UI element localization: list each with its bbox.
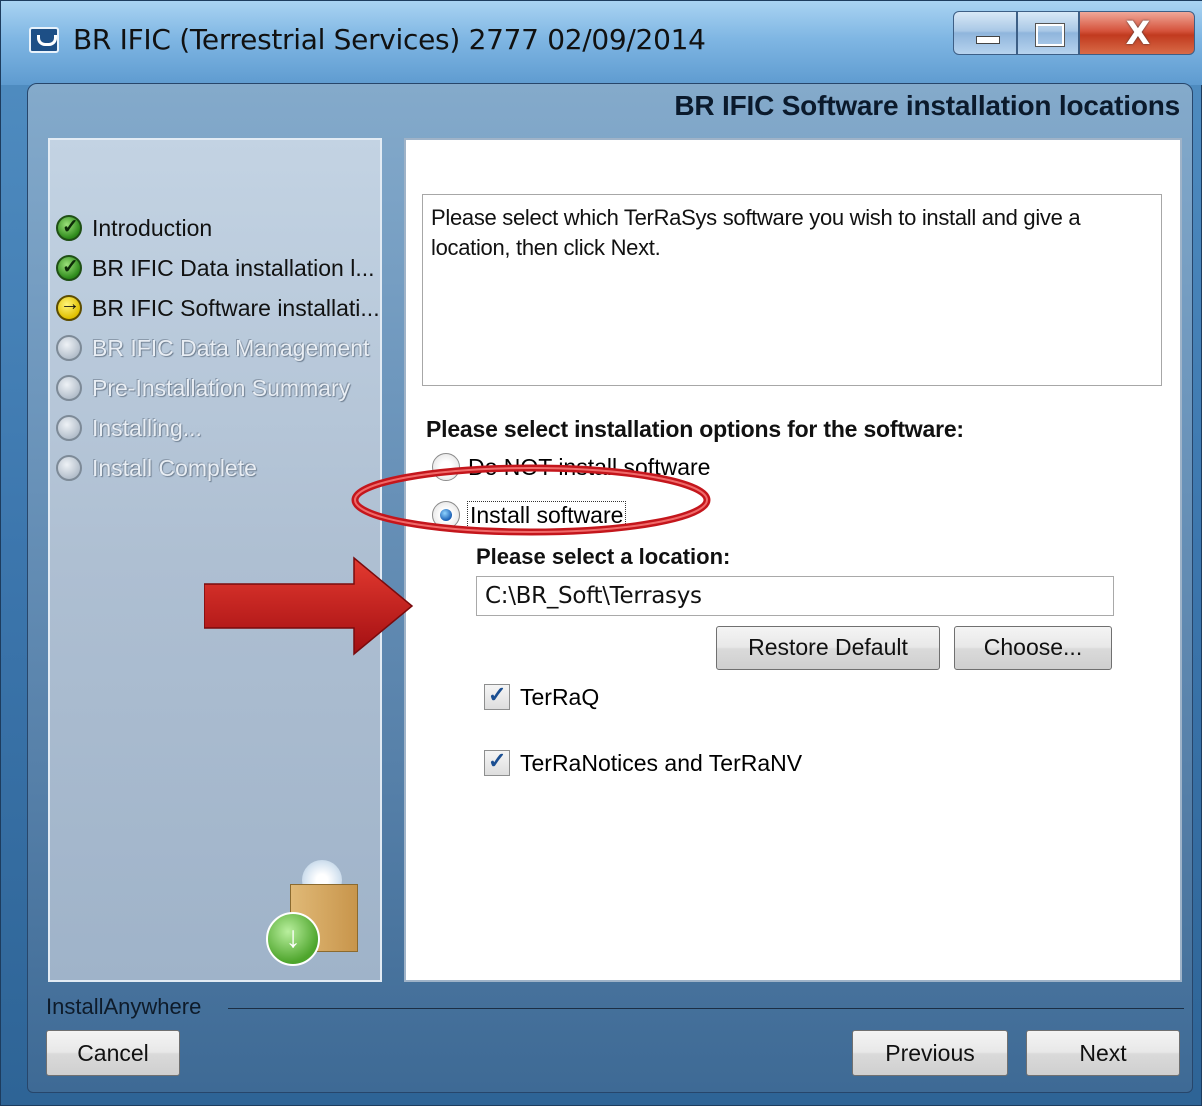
step-label: Pre-Installation Summary <box>92 374 351 401</box>
checkbox-label: TerRaQ <box>520 683 600 710</box>
installer-window: BR IFIC (Terrestrial Services) 2777 02/0… <box>0 0 1202 1106</box>
window-title: BR IFIC (Terrestrial Services) 2777 02/0… <box>73 23 706 56</box>
step-label: BR IFIC Data Management <box>92 334 370 361</box>
content-panel: Please select which TerRaSys software yo… <box>404 138 1182 982</box>
restore-default-button[interactable]: Restore Default <box>716 626 940 670</box>
checkbox-checked-icon[interactable] <box>484 682 510 710</box>
cancel-button[interactable]: Cancel <box>46 1030 180 1076</box>
checkbox-terranotices[interactable]: TerRaNotices and TerRaNV <box>484 746 802 780</box>
step-label: BR IFIC Data installation l... <box>92 254 375 281</box>
choose-button[interactable]: Choose... <box>954 626 1112 670</box>
maximize-icon <box>1035 23 1065 47</box>
location-input[interactable]: C:\BR_Soft\Terrasys <box>476 576 1114 616</box>
checkbox-terraq[interactable]: TerRaQ <box>484 680 599 714</box>
step-label: Introduction <box>92 214 213 241</box>
checkbox-label: TerRaNotices and TerRaNV <box>520 749 803 776</box>
installer-dialog: BR IFIC Software installation locations … <box>27 83 1193 1093</box>
step-label: Install Complete <box>92 454 257 481</box>
step-pending-icon <box>56 375 82 401</box>
step-pre-installation-summary: Pre-Installation Summary <box>56 370 350 406</box>
step-pending-icon <box>56 415 82 441</box>
step-done-icon <box>56 214 82 241</box>
cancel-label: Cancel <box>77 1040 149 1066</box>
next-button[interactable]: Next <box>1026 1030 1180 1076</box>
maximize-button[interactable] <box>1017 11 1079 55</box>
step-label: BR IFIC Software installati... <box>92 294 380 321</box>
annotation-arrow-icon <box>204 556 414 656</box>
choose-label: Choose... <box>983 634 1083 660</box>
annotation-ellipse <box>351 464 711 536</box>
restore-default-label: Restore Default <box>748 634 908 660</box>
minimize-button[interactable] <box>953 11 1017 55</box>
next-label: Next <box>1079 1040 1127 1066</box>
step-pending-icon <box>56 335 82 361</box>
install-box-illustration: ↓ <box>266 860 360 966</box>
step-software-installation: BR IFIC Software installati... <box>56 290 380 326</box>
step-pending-icon <box>56 455 82 481</box>
footer-divider <box>228 1008 1184 1009</box>
step-done-icon <box>56 254 82 281</box>
close-button[interactable]: X <box>1079 11 1195 55</box>
close-icon: X <box>1125 14 1151 52</box>
page-title: BR IFIC Software installation locations <box>674 90 1180 121</box>
options-label: Please select installation options for t… <box>426 416 964 442</box>
title-bar[interactable]: BR IFIC (Terrestrial Services) 2777 02/0… <box>1 1 1202 85</box>
previous-label: Previous <box>885 1040 975 1066</box>
app-icon <box>29 27 59 53</box>
step-installing: Installing... <box>56 410 202 446</box>
step-current-arrow-icon <box>56 293 82 321</box>
minimize-icon <box>976 36 1000 44</box>
step-install-complete: Install Complete <box>56 450 257 486</box>
step-introduction: Introduction <box>56 210 212 246</box>
step-label: Installing... <box>92 414 202 441</box>
step-data-management: BR IFIC Data Management <box>56 330 369 366</box>
previous-button[interactable]: Previous <box>852 1030 1008 1076</box>
step-data-installation: BR IFIC Data installation l... <box>56 250 375 286</box>
instructions-text: Please select which TerRaSys software yo… <box>422 194 1162 386</box>
installanywhere-brand: InstallAnywhere <box>46 994 202 1019</box>
download-arrow-icon: ↓ <box>266 912 320 966</box>
location-label: Please select a location: <box>476 544 731 569</box>
checkbox-checked-icon[interactable] <box>484 748 510 776</box>
